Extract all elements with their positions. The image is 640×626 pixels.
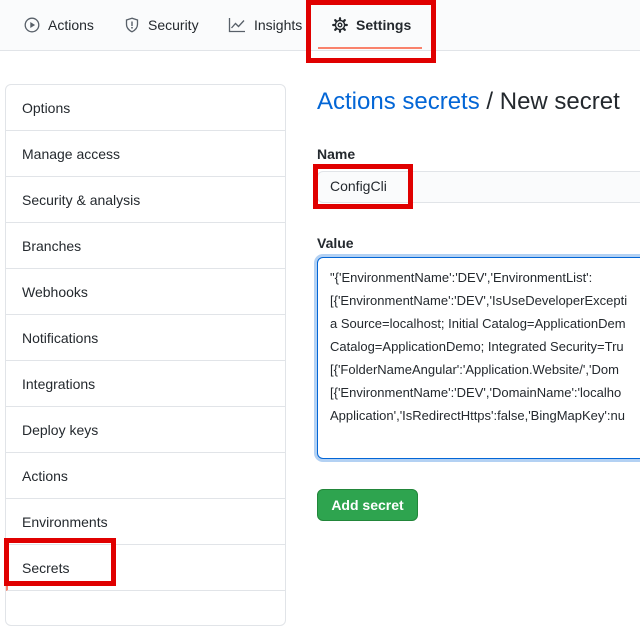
sidebar-item-environments[interactable]: Environments bbox=[6, 499, 285, 545]
name-input-value: ConfigCli bbox=[330, 178, 387, 194]
sidebar-item-manage-access[interactable]: Manage access bbox=[6, 131, 285, 177]
page-title: Actions secrets / New secret bbox=[317, 88, 620, 116]
tab-security[interactable]: Security bbox=[124, 0, 199, 50]
tab-label: Actions bbox=[48, 17, 94, 33]
sidebar-item-webhooks[interactable]: Webhooks bbox=[6, 269, 285, 315]
name-label: Name bbox=[317, 146, 356, 162]
sidebar-item-label: Manage access bbox=[22, 145, 121, 162]
sidebar-item-branches[interactable]: Branches bbox=[6, 223, 285, 269]
breadcrumb-separator: / bbox=[486, 88, 494, 115]
tab-label: Settings bbox=[356, 17, 412, 33]
tab-insights[interactable]: Insights bbox=[228, 0, 302, 50]
graph-icon bbox=[228, 18, 245, 33]
sidebar-item-options[interactable]: Options bbox=[6, 85, 285, 131]
sidebar-item-actions[interactable]: Actions bbox=[6, 453, 285, 499]
active-tab-underline bbox=[318, 47, 422, 49]
value-line: "{'EnvironmentName':'DEV','EnvironmentLi… bbox=[330, 270, 593, 285]
value-line: Application','IsRedirectHttps':false,'Bi… bbox=[330, 408, 625, 423]
sidebar-item-label: Secrets bbox=[22, 559, 70, 576]
sidebar-item-deploy-keys[interactable]: Deploy keys bbox=[6, 407, 285, 453]
value-line: [{'EnvironmentName':'DEV','IsUseDevelope… bbox=[330, 293, 628, 308]
value-line: [{'FolderNameAngular':'Application.Websi… bbox=[330, 362, 619, 377]
sidebar-item-notifications[interactable]: Notifications bbox=[6, 315, 285, 361]
sidebar-item-label: Security & analysis bbox=[22, 191, 141, 208]
sidebar-item-label: Deploy keys bbox=[22, 421, 99, 438]
sidebar-item-label: Notifications bbox=[22, 329, 99, 346]
play-circle-icon bbox=[24, 17, 40, 33]
sidebar-item-security-analysis[interactable]: Security & analysis bbox=[6, 177, 285, 223]
shield-icon bbox=[125, 17, 139, 33]
repo-nav: Actions Security Insights Settings bbox=[0, 0, 640, 51]
settings-sidebar: Options Manage access Security & analysi… bbox=[5, 84, 286, 626]
page-title-text: New secret bbox=[499, 88, 620, 115]
tab-actions[interactable]: Actions bbox=[24, 0, 94, 50]
add-secret-button[interactable]: Add secret bbox=[317, 489, 418, 521]
sidebar-item-label: Branches bbox=[22, 237, 82, 254]
tab-label: Insights bbox=[254, 17, 303, 33]
sidebar-item-label: Options bbox=[22, 99, 71, 116]
sidebar-item-label: Actions bbox=[22, 467, 68, 484]
value-textarea[interactable]: "{'EnvironmentName':'DEV','EnvironmentLi… bbox=[317, 257, 640, 459]
value-label: Value bbox=[317, 235, 354, 251]
sidebar-item-label: Environments bbox=[22, 513, 108, 530]
sidebar-item-integrations[interactable]: Integrations bbox=[6, 361, 285, 407]
tab-label: Security bbox=[148, 17, 199, 33]
sidebar-item-label: Webhooks bbox=[22, 283, 88, 300]
value-line: a Source=localhost; Initial Catalog=Appl… bbox=[330, 316, 626, 331]
value-line: Catalog=ApplicationDemo; Integrated Secu… bbox=[330, 339, 624, 354]
value-line: [{'EnvironmentName':'DEV','DomainName':'… bbox=[330, 385, 622, 400]
tab-settings[interactable]: Settings bbox=[332, 0, 411, 50]
breadcrumb-link-actions-secrets[interactable]: Actions secrets bbox=[317, 88, 480, 115]
gear-icon bbox=[332, 17, 348, 33]
sidebar-item-secrets[interactable]: Secrets bbox=[6, 545, 285, 591]
sidebar-item-label: Integrations bbox=[22, 375, 96, 392]
